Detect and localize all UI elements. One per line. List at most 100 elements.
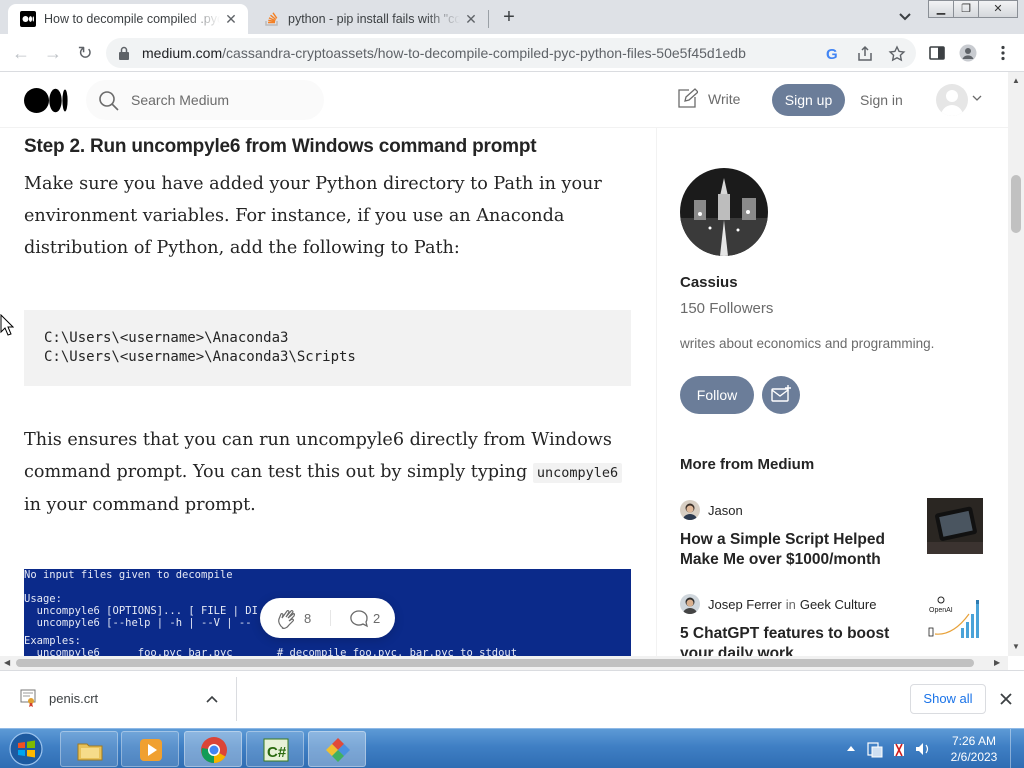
write-label: Write — [708, 91, 741, 107]
author-avatar[interactable] — [680, 168, 768, 256]
maximize-button[interactable]: ❐ — [953, 0, 979, 18]
paragraph-line: This ensures that you can run uncompyle6… — [24, 430, 612, 450]
url-path: /cassandra-cryptoassets/how-to-decompile… — [222, 45, 746, 61]
follow-button[interactable]: Follow — [680, 376, 754, 414]
certificate-file-icon — [20, 689, 36, 707]
response-bubble-icon[interactable] — [349, 609, 369, 629]
mail-plus-icon — [771, 385, 791, 402]
chevron-down-icon[interactable] — [972, 94, 982, 102]
media-player-icon — [140, 739, 162, 761]
show-all-downloads-button[interactable]: Show all — [910, 684, 986, 714]
share-icon[interactable] — [856, 45, 874, 63]
author-name[interactable]: Cassius — [680, 274, 738, 291]
sidebar-divider — [656, 128, 657, 656]
person-photo-icon — [680, 594, 700, 614]
windows-taskbar: C# 7:26 AM 2/6/2023 — [0, 728, 1024, 768]
clap-count: 8 — [304, 611, 312, 626]
scrollbar-thumb[interactable] — [1011, 175, 1021, 233]
default-avatar-icon — [941, 90, 963, 116]
show-desktop-button[interactable] — [1010, 729, 1024, 768]
taskbar-chrome[interactable] — [184, 731, 242, 767]
svg-text:G: G — [826, 46, 838, 63]
scroll-down-icon[interactable]: ▼ — [1012, 642, 1020, 651]
system-tray-icons[interactable] — [844, 739, 940, 759]
story-author[interactable]: Jason — [708, 503, 743, 518]
paragraph-line: command prompt. You can test this out by… — [24, 456, 632, 489]
search-bar[interactable]: Search Medium — [86, 80, 324, 120]
minimize-button[interactable]: ▁ — [928, 0, 954, 18]
download-item[interactable]: penis.crt — [20, 689, 98, 707]
story-title[interactable]: 5 ChatGPT features to boost your daily w… — [680, 624, 910, 656]
chrome-icon — [201, 737, 227, 764]
back-arrow-icon[interactable]: ← — [10, 42, 32, 64]
windows-start-icon[interactable] — [6, 731, 46, 767]
forward-arrow-icon[interactable]: → — [42, 42, 64, 64]
url-text: medium.com/cassandra-cryptoassets/how-to… — [142, 45, 746, 61]
taskbar-generic-app[interactable] — [308, 731, 366, 767]
paragraph-line: environment variables. For instance, if … — [24, 206, 565, 226]
close-icon[interactable] — [998, 691, 1014, 707]
bookmark-star-icon[interactable] — [888, 45, 906, 63]
clap-icon[interactable] — [276, 608, 300, 630]
author-photo-image — [680, 168, 768, 256]
sign-up-button[interactable]: Sign up — [772, 84, 845, 116]
scroll-right-icon[interactable]: ▶ — [994, 658, 1000, 667]
profile-icon[interactable] — [959, 44, 977, 62]
medium-favicon-icon — [20, 11, 36, 27]
horizontal-scrollbar[interactable]: ◀ ▶ — [0, 656, 1008, 670]
story-thumbnail[interactable]: OpenAI — [927, 592, 983, 648]
tab-separator — [488, 10, 489, 28]
close-window-button[interactable]: ✕ — [978, 0, 1018, 18]
divider — [330, 610, 331, 626]
folder-icon — [77, 743, 103, 761]
scroll-left-icon[interactable]: ◀ — [4, 658, 10, 667]
address-bar[interactable]: medium.com/cassandra-cryptoassets/how-to… — [106, 38, 916, 68]
reload-icon[interactable]: ↻ — [74, 42, 96, 64]
tab-stackoverflow[interactable]: python - pip install fails with "connect… — [252, 4, 488, 34]
follower-count[interactable]: 150 Followers — [680, 300, 773, 317]
app-diamond-icon — [326, 738, 350, 762]
story-author-avatar — [680, 500, 700, 520]
browser-menu-icon[interactable] — [994, 44, 1012, 62]
scroll-up-icon[interactable]: ▲ — [1012, 76, 1020, 85]
code-block: C:\Users\<username>\Anaconda3 C:\Users\<… — [24, 310, 631, 386]
side-panel-icon[interactable] — [928, 44, 946, 62]
system-clock[interactable]: 7:26 AM 2/6/2023 — [944, 733, 1004, 765]
tab-medium-article[interactable]: How to decompile compiled .pyc files ✕ — [8, 4, 248, 34]
openai-chart-image: OpenAI — [927, 592, 983, 648]
medium-logo-icon[interactable] — [24, 88, 68, 113]
close-tab-icon[interactable]: ✕ — [460, 11, 482, 28]
vertical-scrollbar[interactable]: ▲ ▼ — [1008, 72, 1024, 656]
taskbar-media-player[interactable] — [121, 731, 179, 767]
tab-search-chevron-icon[interactable] — [895, 8, 915, 26]
lock-icon — [119, 46, 129, 60]
svg-text:C#: C# — [267, 744, 287, 761]
more-from-medium-heading: More from Medium — [680, 456, 815, 473]
stackoverflow-favicon-icon — [265, 12, 278, 26]
paragraph-line: Make sure you have added your Python dir… — [24, 174, 602, 194]
clap-response-bar: 8 2 — [260, 598, 395, 638]
write-button[interactable]: Write — [676, 88, 740, 110]
divider — [236, 677, 237, 721]
scrollbar-thumb[interactable] — [16, 659, 974, 667]
story-title[interactable]: How a Simple Script Helped Make Me over … — [680, 530, 910, 570]
phone-photo-image — [927, 498, 983, 554]
new-tab-button[interactable]: + — [498, 6, 520, 28]
story-thumbnail[interactable] — [927, 498, 983, 554]
browser-toolbar: ← → ↻ medium.com/cassandra-cryptoassets/… — [0, 34, 1024, 72]
close-tab-icon[interactable]: ✕ — [220, 11, 242, 28]
inline-code: uncompyle6 — [532, 463, 623, 483]
search-placeholder: Search Medium — [131, 92, 230, 108]
story-author[interactable]: Josep Ferrer — [708, 597, 782, 612]
taskbar-explorer[interactable] — [60, 731, 118, 767]
user-avatar[interactable] — [936, 84, 968, 116]
paragraph-text: command prompt. You can test this out by… — [24, 462, 528, 482]
story-publication[interactable]: Geek Culture — [800, 597, 877, 612]
subscribe-email-button[interactable] — [762, 376, 800, 414]
chevron-up-icon[interactable] — [206, 695, 218, 703]
sign-in-link[interactable]: Sign in — [860, 92, 903, 108]
google-lens-icon[interactable]: G — [824, 45, 842, 63]
csharp-icon: C# — [263, 738, 289, 762]
taskbar-csharp-app[interactable]: C# — [246, 731, 304, 767]
person-photo-icon — [680, 500, 700, 520]
